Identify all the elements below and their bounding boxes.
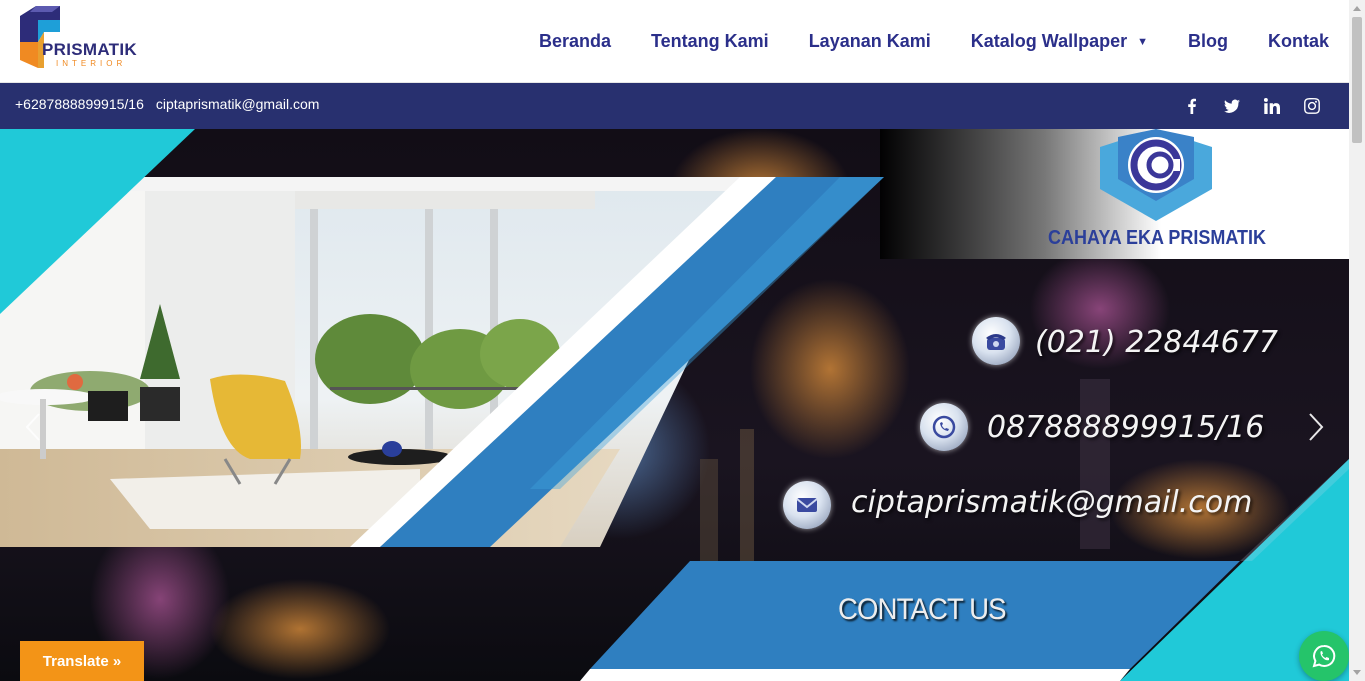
phone-icon bbox=[972, 317, 1020, 365]
site-header: PRISMATIK INTERIOR Beranda Tentang Kami … bbox=[0, 0, 1349, 83]
nav-item-kontak[interactable]: Kontak bbox=[1268, 31, 1329, 52]
envelope-icon bbox=[783, 481, 831, 529]
nav-item-beranda[interactable]: Beranda bbox=[539, 31, 611, 52]
facebook-icon[interactable] bbox=[1183, 97, 1201, 115]
hero-company-name: CAHAYA EKA PRISMATIK bbox=[1048, 227, 1267, 249]
contact-info: +6287888899915/16 ciptaprismatik@gmail.c… bbox=[15, 96, 319, 112]
whatsapp-icon bbox=[920, 403, 968, 451]
contact-phone[interactable]: +6287888899915/16 bbox=[15, 96, 144, 112]
contact-us-banner[interactable]: CONTACT US bbox=[838, 593, 1007, 627]
translate-button[interactable]: Translate » bbox=[20, 641, 144, 681]
logo-wordmark: PRISMATIK bbox=[42, 40, 137, 59]
hero-slider: CAHAYA EKA PRISMATIK (021) 22844677 0878… bbox=[0, 129, 1349, 681]
nav-item-katalog-label: Katalog Wallpaper bbox=[970, 31, 1128, 51]
nav-item-blog[interactable]: Blog bbox=[1188, 31, 1228, 52]
page-scrollbar[interactable] bbox=[1349, 0, 1365, 681]
chevron-right-icon bbox=[1309, 413, 1324, 441]
contact-bar: +6287888899915/16 ciptaprismatik@gmail.c… bbox=[0, 83, 1349, 129]
whatsapp-icon bbox=[1312, 644, 1336, 668]
slider-prev-arrow[interactable] bbox=[18, 412, 48, 442]
twitter-icon[interactable] bbox=[1223, 97, 1241, 115]
whatsapp-chat-button[interactable] bbox=[1299, 631, 1349, 681]
instagram-icon[interactable] bbox=[1303, 97, 1321, 115]
nav-item-tentang-kami[interactable]: Tentang Kami bbox=[651, 31, 769, 52]
hero-phone: (021) 22844677 bbox=[1035, 325, 1278, 360]
slider-next-arrow[interactable] bbox=[1301, 412, 1331, 442]
nav-item-layanan-kami[interactable]: Layanan Kami bbox=[809, 31, 931, 52]
logo-tagline: INTERIOR bbox=[56, 59, 127, 68]
chevron-left-icon bbox=[25, 413, 40, 441]
scroll-down-arrow-icon[interactable] bbox=[1353, 670, 1361, 675]
linkedin-icon[interactable] bbox=[1263, 97, 1281, 115]
scrollbar-thumb[interactable] bbox=[1352, 17, 1362, 143]
social-links bbox=[1183, 97, 1321, 115]
main-nav: Beranda Tentang Kami Layanan Kami Katalo… bbox=[499, 0, 1329, 83]
prismatik-logo[interactable]: PRISMATIK INTERIOR bbox=[16, 2, 156, 72]
hero-banner-image bbox=[0, 129, 1349, 681]
hero-email: ciptaprismatik@gmail.com bbox=[851, 485, 1253, 520]
nav-item-katalog-wallpaper[interactable]: Katalog Wallpaper ▼ bbox=[971, 31, 1148, 52]
chevron-down-icon: ▼ bbox=[1137, 35, 1148, 48]
contact-email[interactable]: ciptaprismatik@gmail.com bbox=[156, 96, 320, 112]
hero-whatsapp: 087888899915/16 bbox=[987, 410, 1265, 445]
scroll-up-arrow-icon[interactable] bbox=[1353, 6, 1361, 11]
